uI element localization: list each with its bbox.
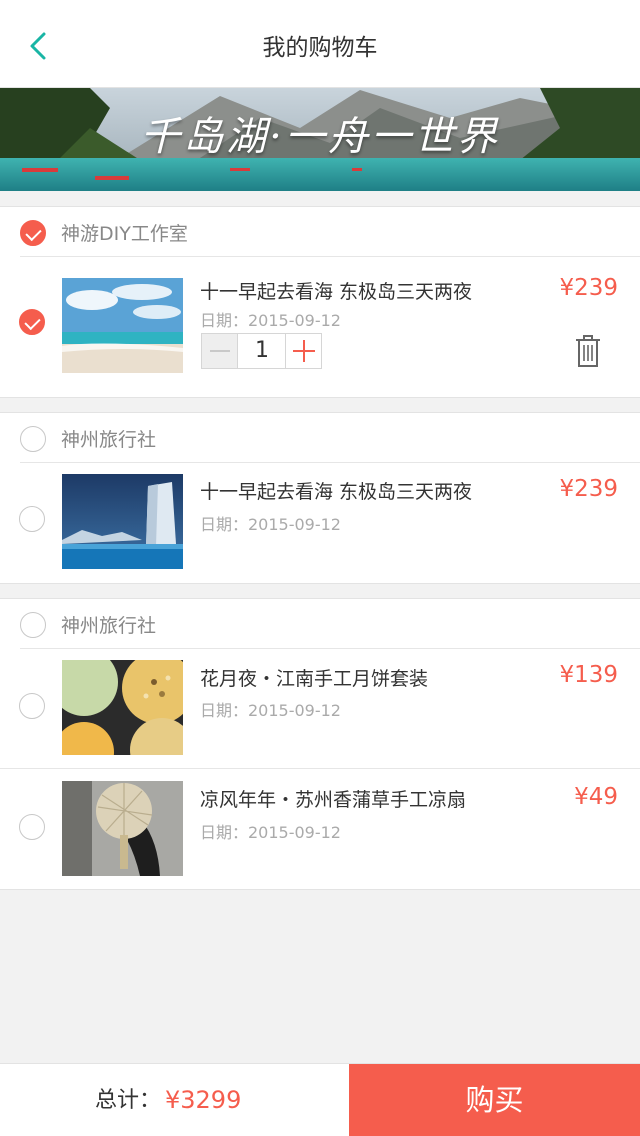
shop-section: 神州旅行社 十一早起去看海 东极岛三天两夜 日期：2015-09-12 ¥239: [0, 412, 640, 584]
increase-quantity-button[interactable]: [285, 334, 321, 368]
item-date: 日期：2015-09-12: [200, 701, 341, 720]
item-title: 花月夜・江南手工月饼套装: [200, 668, 429, 690]
item-date: 日期：2015-09-12: [200, 515, 341, 534]
item-select-checkbox[interactable]: [19, 309, 45, 335]
item-title: 十一早起去看海 东极岛三天两夜: [200, 281, 473, 303]
shop-header: 神游DIY工作室: [20, 207, 640, 257]
shop-select-checkbox[interactable]: [20, 220, 46, 246]
item-thumbnail[interactable]: [62, 660, 183, 755]
navigation-bar: 我的购物车: [0, 0, 640, 88]
item-thumbnail[interactable]: [62, 781, 183, 876]
shop-section: 神游DIY工作室 十一早起去看海 东极岛三天两夜 日期：2015-09-12 ¥…: [0, 206, 640, 398]
banner-caption: 千岛湖·一舟一世界: [140, 114, 500, 160]
item-price: ¥239: [559, 275, 618, 301]
shop-name: 神游DIY工作室: [61, 223, 188, 245]
item-title: 凉风年年・苏州香蒲草手工凉扇: [200, 789, 467, 811]
item-thumbnail[interactable]: [62, 474, 183, 569]
iceberg-photo: [62, 474, 183, 569]
cart-item: 十一早起去看海 东极岛三天两夜 日期：2015-09-12 ¥239: [0, 463, 640, 583]
delete-item-button[interactable]: [572, 333, 604, 369]
item-select-checkbox[interactable]: [19, 506, 45, 532]
quantity-value[interactable]: 1: [238, 334, 286, 368]
shop-select-checkbox[interactable]: [20, 426, 46, 452]
shop-header: 神州旅行社: [20, 599, 640, 649]
trash-icon: [576, 335, 600, 367]
page-title: 我的购物车: [262, 35, 378, 61]
cart-item: 花月夜・江南手工月饼套装 日期：2015-09-12 ¥139: [0, 649, 640, 769]
checkout-bar: 总计： ¥3299 购买: [0, 1063, 640, 1136]
shop-name: 神州旅行社: [61, 429, 157, 451]
item-price: ¥139: [559, 662, 618, 688]
cart-item: 十一早起去看海 东极岛三天两夜 日期：2015-09-12 ¥239 1: [0, 257, 640, 397]
item-date: 日期：2015-09-12: [200, 823, 341, 842]
promo-banner[interactable]: 千岛湖·一舟一世界: [0, 88, 640, 191]
item-price: ¥49: [574, 784, 618, 810]
shop-header: 神州旅行社: [20, 413, 640, 463]
item-thumbnail[interactable]: [62, 278, 183, 373]
buy-button[interactable]: 购买: [349, 1064, 640, 1136]
straw-fan-photo: [62, 781, 183, 876]
beach-photo: [62, 278, 183, 373]
shop-select-checkbox[interactable]: [20, 612, 46, 638]
item-select-checkbox[interactable]: [19, 693, 45, 719]
total-amount: ¥3299: [165, 1086, 242, 1114]
decrease-quantity-button[interactable]: [202, 334, 238, 368]
mooncake-photo: [62, 660, 183, 755]
cart-item: 凉风年年・苏州香蒲草手工凉扇 日期：2015-09-12 ¥49: [0, 769, 640, 889]
shop-section: 神州旅行社 花月夜・江南手工月饼套装 日期：2015-09-12 ¥139 凉风…: [0, 598, 640, 890]
quantity-stepper: 1: [201, 333, 322, 369]
item-date: 日期：2015-09-12: [200, 311, 341, 330]
item-select-checkbox[interactable]: [19, 814, 45, 840]
item-price: ¥239: [559, 476, 618, 502]
item-title: 十一早起去看海 东极岛三天两夜: [200, 481, 473, 503]
total-label: 总计：: [95, 1088, 162, 1113]
shop-name: 神州旅行社: [61, 615, 157, 637]
